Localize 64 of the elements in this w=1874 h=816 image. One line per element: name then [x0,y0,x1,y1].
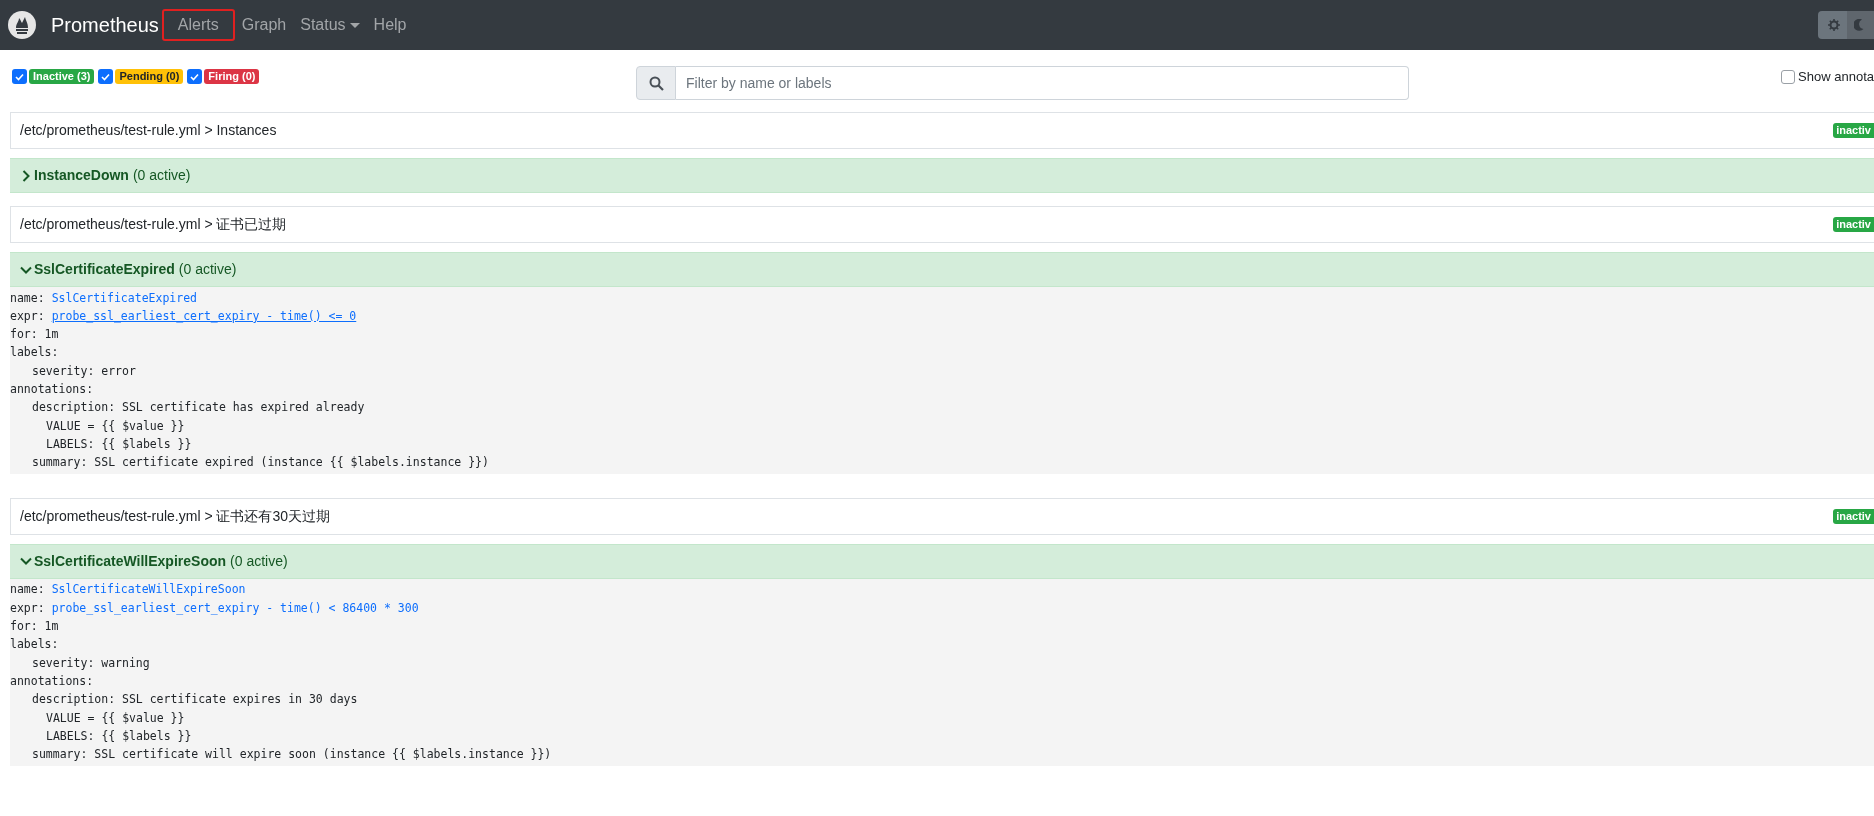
code-line: annotations: [10,381,94,398]
check-icon [101,72,111,81]
filter-checkbox[interactable] [98,69,114,84]
search-button[interactable] [636,66,676,100]
search-field[interactable]: Filter by name or labels [676,66,1409,100]
code-line: description: SSL certificate has expired already [32,399,365,417]
code-line: VALUE = {{ $value }} [46,417,185,435]
code-key: expr: [10,599,45,618]
brand-title[interactable]: Prometheus [51,10,159,40]
rule-name: SslCertificateExpired [34,260,175,279]
code-link[interactable]: probe_ssl_earliest_cert_expiry - time() < 86400 * 300 [51,599,419,618]
chevron-right-icon [20,169,32,182]
nav-link[interactable]: Help [366,9,414,41]
code-line: for: 1m [10,618,59,636]
group-title: /etc/prometheus/test-rule.yml > 证书已过期 [20,215,287,234]
sun-icon [1828,19,1840,31]
rule-header[interactable]: SslCertificateExpired (0 active) [10,252,1874,287]
rule-name: InstanceDown [34,166,129,185]
code-link[interactable]: SslCertificateExpired [51,289,198,307]
annotations-checkbox[interactable] [1781,69,1796,84]
state-badge: inactiv [1833,123,1874,138]
active-count: (0 active) [178,260,237,279]
code-line: labels: [10,636,59,654]
theme-button[interactable] [1818,11,1847,39]
code-line: annotations: [10,672,94,690]
code-line: severity: error [32,362,136,380]
group-title: /etc/prometheus/test-rule.yml > 证书还有30天过期 [20,506,331,526]
code-line: for: 1m [10,326,59,344]
code-line: VALUE = {{ $value }} [46,709,185,727]
code-line: LABELS: {{ $labels }} [46,727,192,745]
code-link[interactable]: probe_ssl_earliest_cert_expiry - time() <= 0 [51,307,357,326]
code-key: name: [10,289,45,307]
rule-header[interactable]: SslCertificateWillExpireSoon (0 active) [10,543,1874,579]
code-line: LABELS: {{ $labels }} [46,435,192,453]
rule-header[interactable]: InstanceDown (0 active) [10,158,1874,193]
active-count: (0 active) [132,166,191,185]
search-icon [648,75,664,91]
active-count: (0 active) [230,551,288,571]
flame-logo-icon [8,11,36,39]
filter-badge: Firing (0) [204,69,260,84]
nav-link[interactable]: Graph [234,9,294,41]
rule-name: SslCertificateWillExpireSoon [34,551,227,571]
checkbox-label: Show annota [1798,68,1874,86]
filter-badge: Inactive (3) [29,69,95,84]
code-line: summary: SSL certificate expired (instance {{ $labels.instance }}) [32,454,489,472]
caret-icon [349,22,360,28]
code-line: summary: SSL certificate will expire soon (instance {{ $labels.instance }}) [32,746,552,764]
filter-badge: Pending (0) [115,69,184,84]
code-line: description: SSL certificate expires in 30 days [32,691,358,709]
nav-link[interactable]: Alerts [161,9,235,41]
code-link[interactable]: SslCertificateWillExpireSoon [51,581,246,599]
state-badge: inactiv [1833,217,1874,232]
code-key: name: [10,581,45,599]
code-line: labels: [10,344,59,362]
check-icon [15,72,24,81]
moon-icon [1854,19,1864,31]
code-line: severity: warning [32,654,150,672]
status-dropdown[interactable]: Status [293,9,367,41]
code-key: expr: [10,307,45,326]
state-badge: inactiv [1833,508,1874,524]
group-title: /etc/prometheus/test-rule.yml > Instances [20,121,277,140]
filter-checkbox[interactable] [187,69,203,84]
filter-checkbox[interactable] [12,69,27,84]
check-icon [190,72,200,81]
